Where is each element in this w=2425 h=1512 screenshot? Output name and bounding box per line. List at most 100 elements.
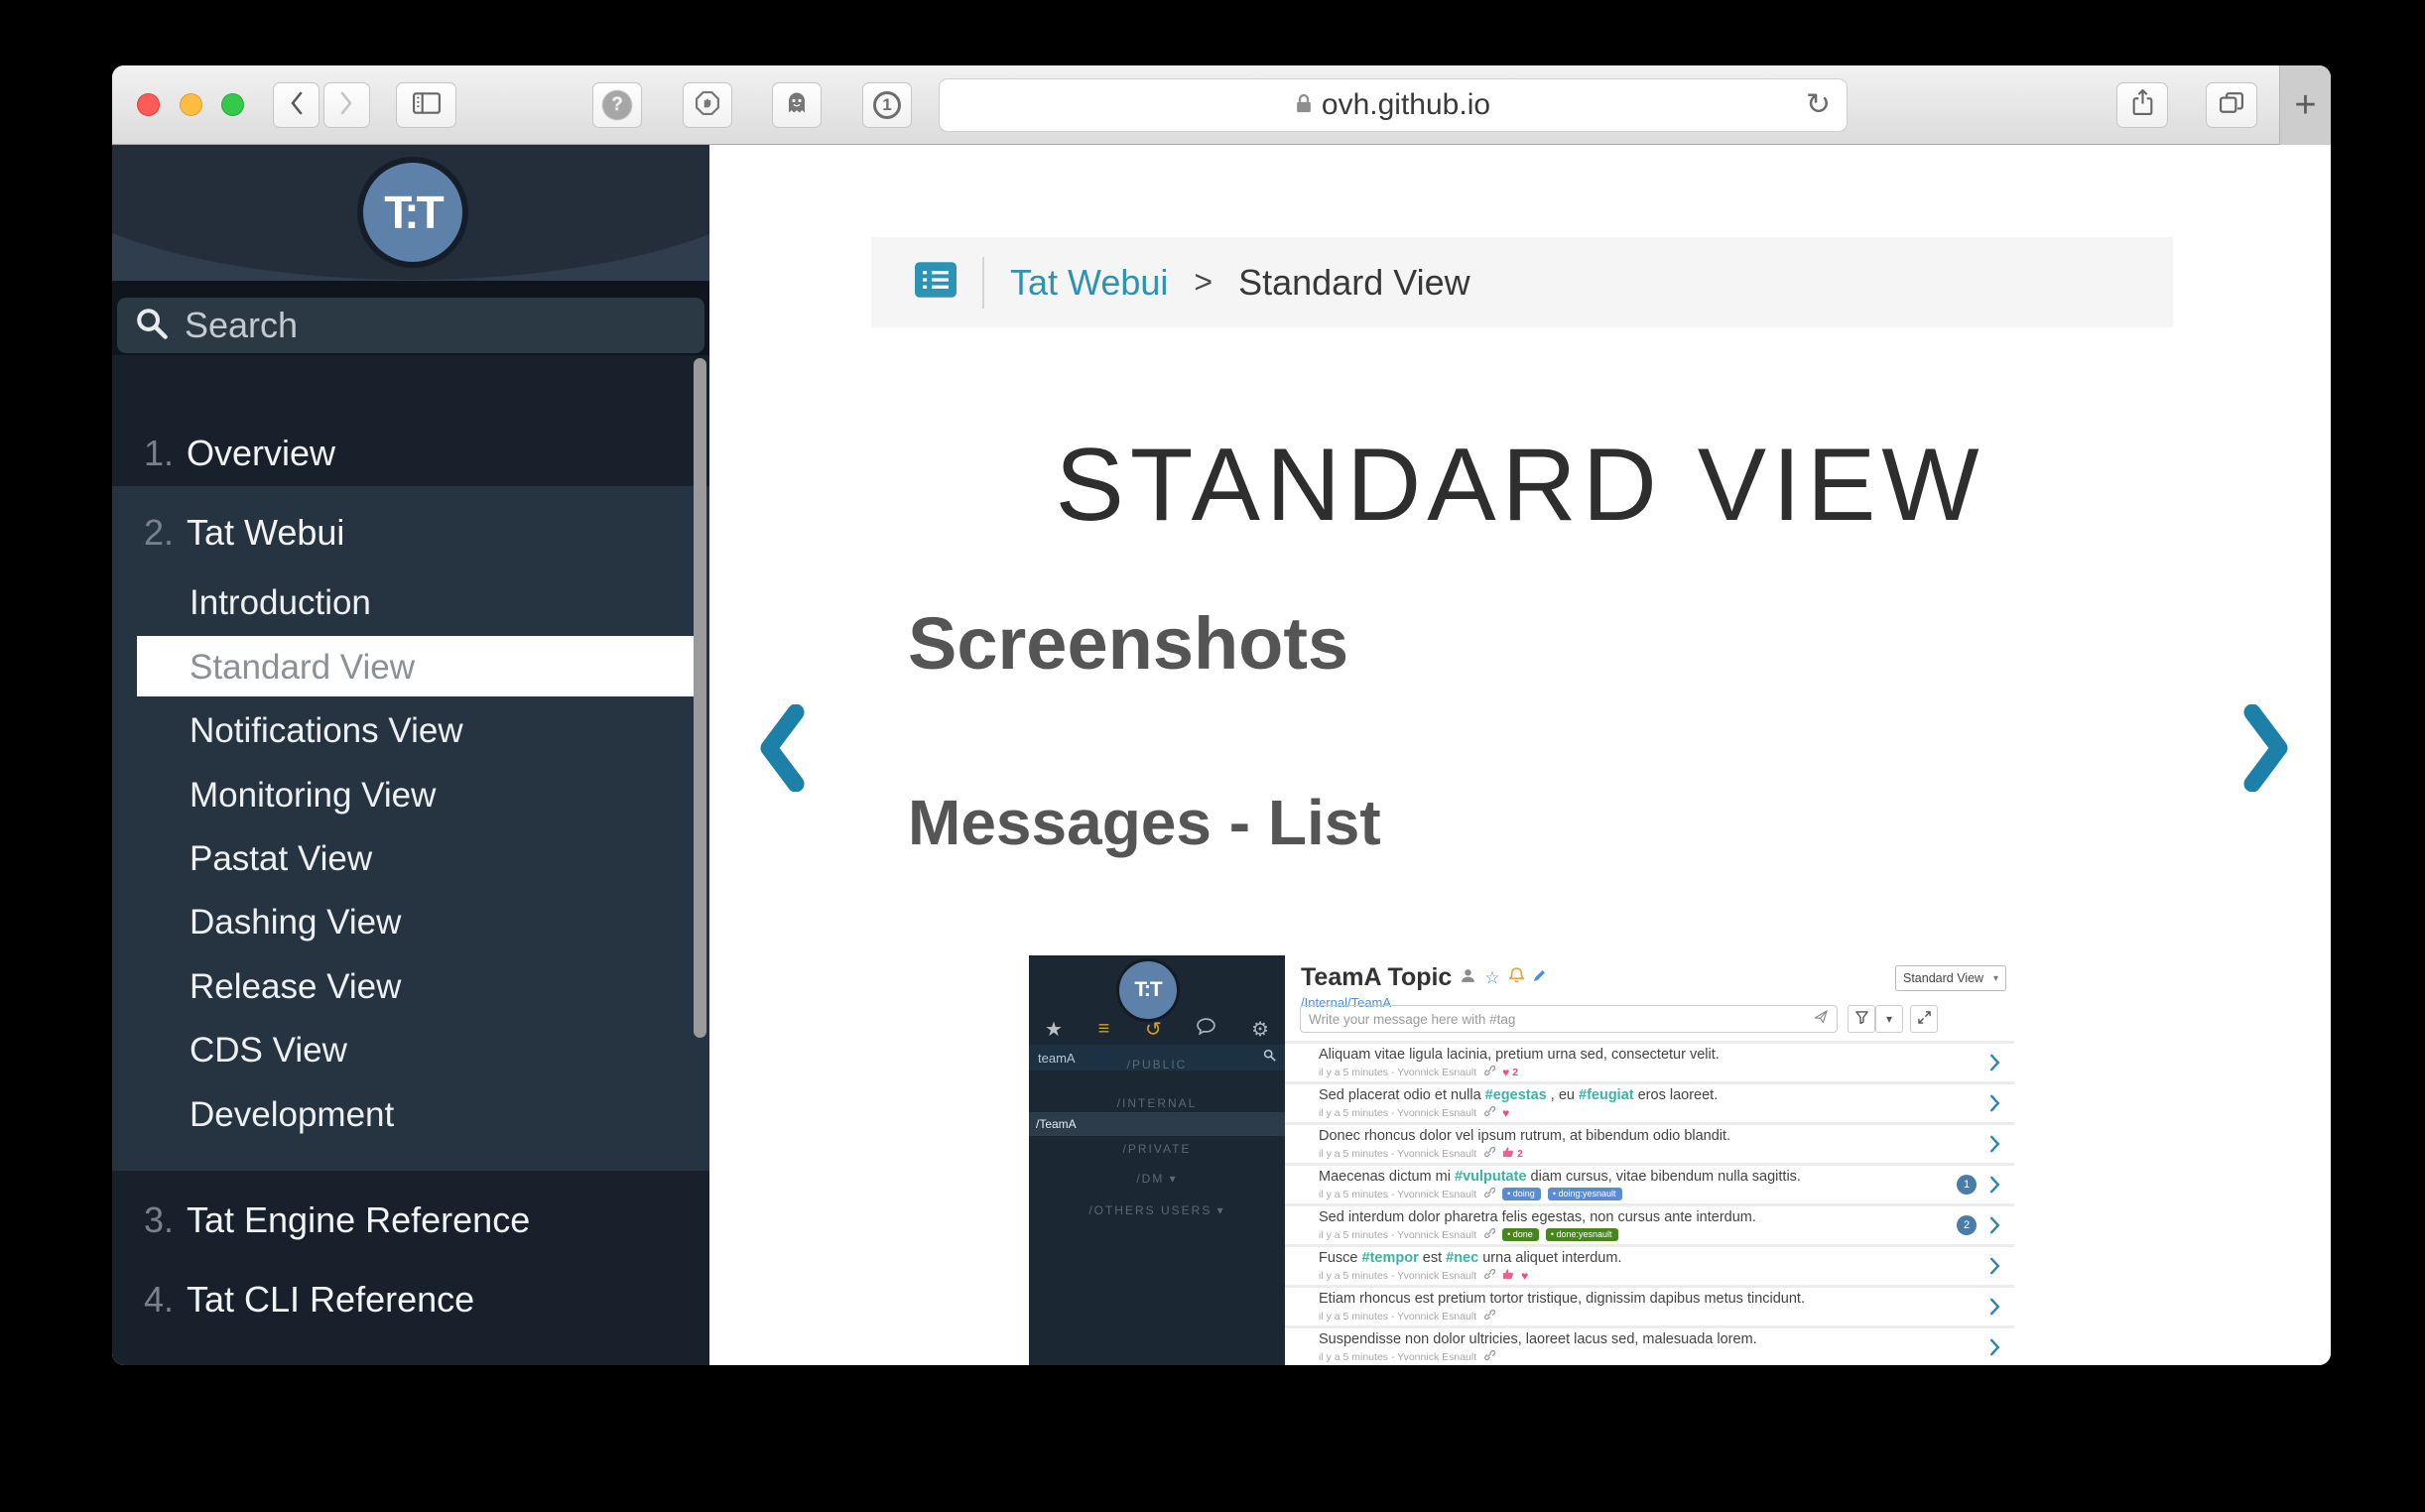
message-row[interactable]: Aliquam vitae ligula lacinia, pretium ur… xyxy=(1285,1044,2014,1081)
expand-button[interactable] xyxy=(1910,1005,1938,1033)
thumbs-up-icon[interactable] xyxy=(1502,1268,1514,1283)
sidebar-item-cds-view[interactable]: CDS View xyxy=(190,1031,347,1071)
message-row[interactable]: Sed interdum dolor pharetra felis egesta… xyxy=(1285,1206,2014,1244)
app-channel-item[interactable]: /TeamA xyxy=(1029,1112,1285,1136)
list-icon[interactable]: ≡ xyxy=(1098,1018,1110,1041)
message-text: Aliquam vitae ligula lacinia, pretium ur… xyxy=(1319,1047,2014,1063)
link-icon xyxy=(1483,1146,1495,1161)
message-row[interactable]: Etiam rhoncus est pretium tortor tristiq… xyxy=(1285,1288,2014,1325)
message-hashtag[interactable]: #egestas xyxy=(1485,1087,1547,1103)
message-row[interactable]: Sed placerat odio et nulla #egestas , eu… xyxy=(1285,1084,2014,1122)
app-channel-item[interactable]: /PRIVATE xyxy=(1029,1142,1285,1156)
app-channel-item[interactable]: /OTHERS USERS ▾ xyxy=(1029,1203,1285,1217)
chat-icon[interactable] xyxy=(1197,1018,1215,1041)
message-text: Suspendisse non dolor ultricies, laoreet… xyxy=(1319,1331,2014,1347)
message-label-pill[interactable]: • done:yesnault xyxy=(1546,1228,1618,1241)
heart-icon[interactable]: ♥ xyxy=(1502,1066,1509,1079)
sidebar-item-notifications-view[interactable]: Notifications View xyxy=(190,711,463,751)
sidebar-item-tat-webui[interactable]: Tat Webui xyxy=(187,512,344,554)
sidebar-item-dashing-view[interactable]: Dashing View xyxy=(190,903,401,943)
filter-button[interactable] xyxy=(1848,1005,1875,1033)
star-outline-icon[interactable]: ☆ xyxy=(1484,968,1499,988)
expand-icon xyxy=(1918,1011,1931,1027)
reload-icon[interactable]: ↻ xyxy=(1806,87,1831,122)
sidebar-scrollbar[interactable] xyxy=(694,358,706,1038)
chevron-right-icon[interactable] xyxy=(1989,1337,2000,1362)
thumbs-up-icon[interactable] xyxy=(1502,1146,1514,1161)
message-composer-input[interactable]: Write your message here with #tag xyxy=(1300,1005,1838,1033)
new-tab-button[interactable]: + xyxy=(2279,65,2331,145)
message-row[interactable]: Maecenas dictum mi #vulputate diam cursu… xyxy=(1285,1166,2014,1203)
star-icon[interactable]: ★ xyxy=(1045,1017,1063,1042)
sidebar-item-overview[interactable]: Overview xyxy=(187,433,335,474)
message-hashtag[interactable]: #nec xyxy=(1446,1250,1478,1266)
chevron-right-icon[interactable] xyxy=(1989,1093,2000,1118)
sidebar-item-monitoring-view[interactable]: Monitoring View xyxy=(190,776,436,816)
bell-icon[interactable] xyxy=(1509,967,1524,988)
next-page-arrow[interactable] xyxy=(2243,704,2289,797)
sidebar-toggle-button[interactable] xyxy=(396,82,456,128)
extension-button-1password[interactable]: 1 xyxy=(862,82,912,128)
previous-page-arrow[interactable] xyxy=(759,704,805,797)
tat-logo[interactable]: T:T xyxy=(357,157,468,268)
extension-button-blocker[interactable] xyxy=(683,82,732,128)
breadcrumb-current: Standard View xyxy=(1238,262,1470,304)
gear-icon[interactable]: ⚙ xyxy=(1251,1017,1269,1042)
chevron-right-icon[interactable] xyxy=(1989,1256,2000,1281)
app-topic-title: TeamA Topic xyxy=(1301,963,1452,992)
back-button[interactable] xyxy=(273,82,319,128)
heart-icon[interactable]: ♥ xyxy=(1521,1269,1528,1283)
sidebar-item-release-view[interactable]: Release View xyxy=(190,967,401,1007)
message-hashtag[interactable]: #feugiat xyxy=(1579,1087,1634,1103)
breadcrumb-link[interactable]: Tat Webui xyxy=(1010,262,1168,304)
address-bar[interactable]: ovh.github.io ↻ xyxy=(939,78,1848,132)
minimize-window-button[interactable] xyxy=(180,93,202,116)
reply-count-badge[interactable]: 2 xyxy=(1957,1215,1977,1235)
sidebar-item-pastat-view[interactable]: Pastat View xyxy=(190,839,372,879)
sidebar-search-input[interactable]: Search xyxy=(117,298,704,353)
reply-count-badge[interactable]: 1 xyxy=(1957,1175,1977,1195)
message-hashtag[interactable]: #vulputate xyxy=(1455,1169,1527,1185)
chevron-right-icon[interactable] xyxy=(1989,1053,2000,1077)
message-label-pill[interactable]: • done xyxy=(1502,1228,1539,1241)
sidebar-item-standard-view[interactable]: Standard View xyxy=(190,648,415,688)
pencil-icon[interactable] xyxy=(1533,968,1547,987)
message-row[interactable]: Fusce #tempor est #nec urna aliquet inte… xyxy=(1285,1247,2014,1285)
view-mode-select[interactable]: Standard View ▾ xyxy=(1895,965,2006,991)
chevron-right-icon xyxy=(340,91,353,120)
app-channel-item[interactable]: /DM ▾ xyxy=(1029,1172,1285,1186)
message-label-pill[interactable]: • doing xyxy=(1502,1188,1541,1200)
chevron-right-icon[interactable] xyxy=(1989,1215,2000,1240)
filter-caret-button[interactable]: ▾ xyxy=(1875,1005,1903,1033)
close-window-button[interactable] xyxy=(137,93,160,116)
share-icon xyxy=(2132,89,2153,121)
share-button[interactable] xyxy=(2116,82,2168,128)
composer-placeholder: Write your message here with #tag xyxy=(1309,1012,1814,1027)
person-icon[interactable] xyxy=(1461,968,1475,988)
sidebar-item-tat-engine-reference[interactable]: Tat Engine Reference xyxy=(187,1199,530,1241)
message-row[interactable]: Suspendisse non dolor ultricies, laoreet… xyxy=(1285,1328,2014,1365)
message-row[interactable]: Donec rhoncus dolor vel ipsum rutrum, at… xyxy=(1285,1125,2014,1163)
app-screenshot: T:T ★ ≡ ↺ ⚙ teamA xyxy=(1029,955,2014,1365)
sidebar-item-tat-cli-reference[interactable]: Tat CLI Reference xyxy=(187,1279,474,1321)
chevron-right-icon[interactable] xyxy=(1989,1297,2000,1322)
sidebar-item-development[interactable]: Development xyxy=(190,1095,394,1135)
sidebar-item-introduction[interactable]: Introduction xyxy=(190,583,371,623)
app-channel-item[interactable]: /INTERNAL xyxy=(1029,1096,1285,1110)
tabs-overview-button[interactable] xyxy=(2206,82,2257,128)
doc-list-icon[interactable] xyxy=(915,262,957,303)
chevron-right-icon[interactable] xyxy=(1989,1134,2000,1159)
message-hashtag[interactable]: #tempor xyxy=(1362,1250,1419,1266)
zoom-window-button[interactable] xyxy=(221,93,244,116)
message-label-pill[interactable]: • doing:yesnault xyxy=(1548,1188,1622,1200)
history-icon[interactable]: ↺ xyxy=(1145,1017,1162,1042)
message-meta: il y a 5 minutes - Yvonnick Esnault♥2 xyxy=(1319,1065,2014,1079)
link-icon xyxy=(1483,1105,1495,1120)
send-icon[interactable] xyxy=(1814,1009,1829,1029)
app-channel-item[interactable]: /PUBLIC xyxy=(1029,1058,1285,1071)
extension-button-question[interactable]: ? xyxy=(592,82,642,128)
extension-button-ghostery[interactable] xyxy=(772,82,822,128)
heart-icon[interactable]: ♥ xyxy=(1502,1106,1509,1120)
chevron-right-icon[interactable] xyxy=(1989,1175,2000,1199)
forward-button[interactable] xyxy=(323,82,370,128)
